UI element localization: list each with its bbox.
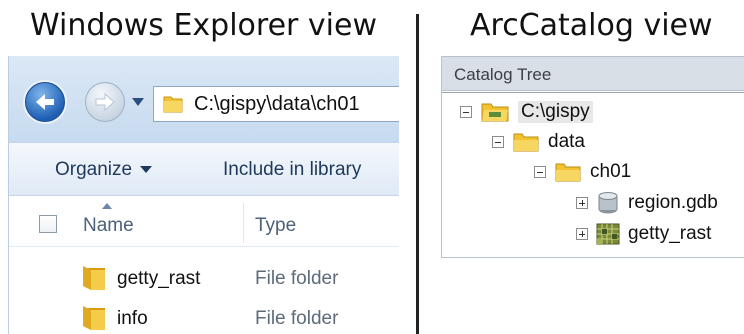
tree-node-ch01[interactable]: ch01	[534, 157, 631, 187]
address-bar[interactable]: C:\gispy\data\ch01	[153, 86, 399, 122]
column-header-name[interactable]: Name	[83, 215, 134, 237]
tree-node-label: region.gdb	[628, 192, 718, 213]
collapse-toggle-icon[interactable]	[534, 166, 546, 178]
file-list-item[interactable]: getty_rast File folder	[9, 258, 399, 298]
arccatalog-window: Catalog Tree C:\gispy data ch01 region.g…	[441, 56, 744, 258]
folder-icon	[555, 163, 581, 182]
column-header-type[interactable]: Type	[255, 215, 296, 237]
tree-node-label: getty_rast	[628, 223, 712, 244]
catalog-tree-title: Catalog Tree	[454, 65, 552, 84]
tree-node-gispy[interactable]: C:\gispy	[460, 97, 593, 127]
tree-node-label: ch01	[590, 161, 632, 182]
chevron-down-icon	[132, 98, 144, 106]
collapse-toggle-icon[interactable]	[492, 136, 504, 148]
folder-icon	[83, 266, 105, 290]
file-name: getty_rast	[117, 268, 201, 289]
geodatabase-icon	[598, 192, 618, 214]
collapse-toggle-icon[interactable]	[460, 106, 472, 118]
forward-arrow-icon	[95, 92, 115, 112]
tree-node-label: C:\gispy	[518, 101, 593, 123]
windows-explorer-window: C:\gispy\data\ch01 Organize Include in l…	[8, 56, 399, 334]
address-path: C:\gispy\data\ch01	[194, 92, 360, 115]
file-type: File folder	[255, 308, 339, 329]
include-in-library-label: Include in library	[223, 159, 362, 180]
panel-divider	[416, 14, 419, 334]
recent-pages-dropdown[interactable]	[131, 98, 145, 108]
file-type: File folder	[255, 268, 339, 289]
chevron-down-icon	[140, 166, 153, 174]
tree-node-label: data	[548, 131, 585, 152]
expand-toggle-icon[interactable]	[576, 228, 588, 240]
tree-node-getty-rast[interactable]: getty_rast	[576, 219, 711, 249]
explorer-toolbar: Organize Include in library	[9, 142, 399, 196]
folder-icon	[163, 96, 183, 113]
back-button[interactable]	[25, 82, 65, 122]
forward-button[interactable]	[85, 82, 125, 122]
windows-explorer-heading: Windows Explorer view	[30, 8, 377, 43]
connected-folder-icon	[481, 103, 509, 122]
tree-node-region-gdb[interactable]: region.gdb	[576, 188, 718, 218]
sort-ascending-icon	[102, 203, 112, 209]
tree-node-data[interactable]: data	[492, 127, 585, 157]
file-list-item[interactable]: info File folder	[9, 298, 399, 334]
file-name: info	[117, 308, 148, 329]
folder-icon	[513, 133, 539, 152]
catalog-tree-titlebar: Catalog Tree	[442, 57, 744, 91]
back-arrow-icon	[36, 94, 54, 110]
catalog-tree: C:\gispy data ch01 region.gdb getty_rast	[442, 92, 744, 257]
explorer-navigation-bar: C:\gispy\data\ch01	[9, 56, 399, 142]
column-separator[interactable]	[243, 203, 244, 243]
arccatalog-heading: ArcCatalog view	[470, 8, 713, 43]
include-in-library-menu[interactable]: Include in library	[223, 159, 361, 181]
organize-label: Organize	[55, 159, 133, 180]
expand-toggle-icon[interactable]	[576, 197, 588, 209]
column-header-row: Name Type	[9, 197, 399, 247]
raster-icon	[596, 223, 620, 245]
select-all-checkbox[interactable]	[39, 215, 57, 233]
organize-menu[interactable]: Organize	[55, 159, 153, 181]
folder-icon	[83, 306, 105, 330]
